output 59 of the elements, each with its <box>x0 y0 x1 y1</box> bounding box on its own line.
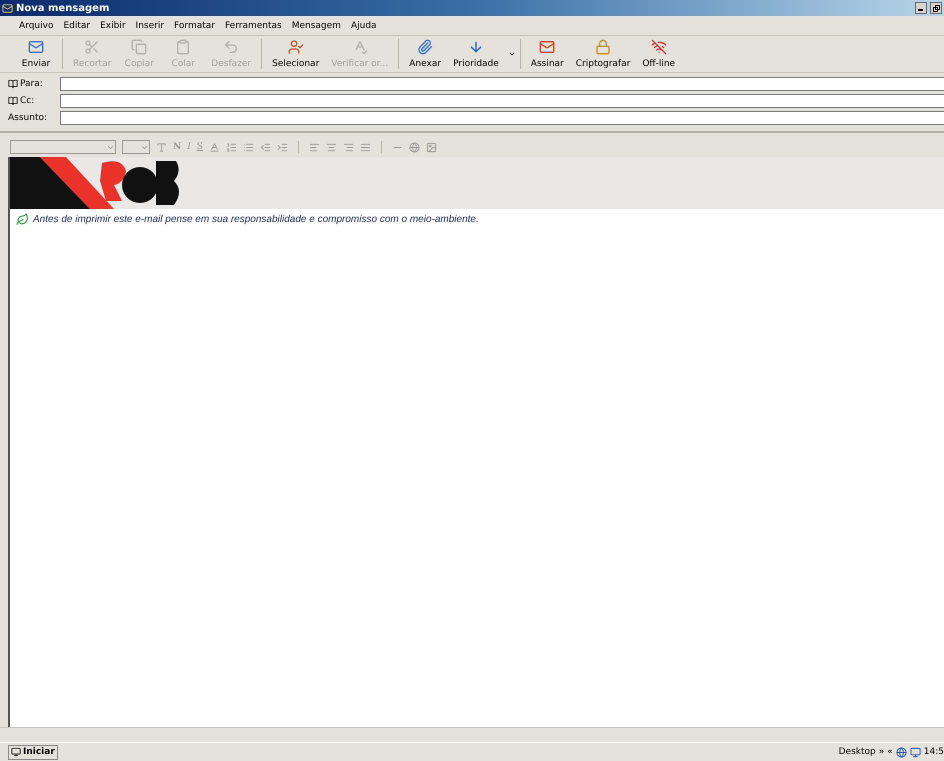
tray-icon[interactable] <box>910 746 921 758</box>
menu-item[interactable]: Ajuda <box>346 20 382 30</box>
clock: 14:5 <box>924 747 944 757</box>
paragraph-style-icon[interactable] <box>156 142 167 152</box>
indent-icon[interactable] <box>276 142 288 152</box>
restore-button[interactable] <box>930 2 942 14</box>
input-field[interactable] <box>60 111 944 125</box>
menu-item[interactable]: Exibir <box>95 20 131 30</box>
restore-icon <box>932 4 940 12</box>
menu-item[interactable]: Arquivo <box>14 20 58 30</box>
person-check-icon <box>288 39 304 55</box>
toolbar-button[interactable]: Off-line <box>636 37 682 71</box>
tray-icon[interactable] <box>896 746 907 758</box>
dropdown-caret-icon[interactable] <box>508 50 516 58</box>
align-left-icon[interactable] <box>308 142 320 152</box>
offline-icon <box>650 39 667 55</box>
align-center-icon[interactable] <box>326 142 337 152</box>
font-color-icon[interactable] <box>208 142 220 152</box>
field-label-text: Cc: <box>20 96 34 106</box>
undo-icon <box>223 39 240 55</box>
window-title: Nova mensagem <box>16 2 110 14</box>
paperclip-icon <box>417 39 434 55</box>
toolbar-button[interactable]: Assinar <box>524 37 570 71</box>
menu-item[interactable]: Mensagem <box>286 20 346 30</box>
scissors-icon <box>84 39 100 55</box>
address-book-icon[interactable] <box>8 96 18 106</box>
toolbar-button[interactable]: Selecionar <box>266 37 326 71</box>
expand-button[interactable]: » <box>878 747 884 757</box>
leaf-icon <box>16 213 29 226</box>
toolbar-button[interactable]: Anexar <box>403 37 448 71</box>
app-icon <box>2 2 13 14</box>
globe-icon[interactable] <box>408 142 420 152</box>
toolbar-button[interactable]: Prioridade <box>447 37 505 71</box>
toolbar-button[interactable]: Criptografar <box>570 37 636 71</box>
justify-icon[interactable] <box>360 142 371 152</box>
numbered-list-icon[interactable] <box>226 142 237 152</box>
envelope-icon <box>28 39 44 55</box>
menu-item[interactable]: Ferramentas <box>220 20 287 30</box>
field-label-text: Para: <box>20 79 43 89</box>
size-dropdown[interactable] <box>122 140 150 154</box>
collapse-button[interactable]: « <box>887 747 893 757</box>
field-label-text: Assunto: <box>8 113 48 123</box>
address-book-icon[interactable] <box>8 79 18 89</box>
desktop-toolbar-label: Desktop <box>838 747 876 757</box>
minimize-button[interactable] <box>915 2 927 14</box>
align-right-icon[interactable] <box>342 142 354 152</box>
input-field[interactable] <box>60 77 944 91</box>
clipboard-icon <box>175 39 192 55</box>
font-dropdown[interactable] <box>10 140 116 154</box>
input-field[interactable] <box>60 94 944 108</box>
menu-item[interactable]: Editar <box>58 20 96 30</box>
image-icon[interactable] <box>426 142 437 152</box>
menu-item[interactable]: Formatar <box>169 20 220 30</box>
start-button[interactable]: Iniciar <box>8 744 58 760</box>
toolbar-button[interactable]: Enviar <box>14 37 58 71</box>
notice-text: Antes de imprimir este e-mail pense em sua responsabilidade e compromisso com o meio-ambiente. <box>33 214 479 225</box>
menu-item[interactable]: Inserir <box>130 20 170 30</box>
outdent-icon[interactable] <box>260 142 271 152</box>
copy-icon <box>131 39 148 55</box>
